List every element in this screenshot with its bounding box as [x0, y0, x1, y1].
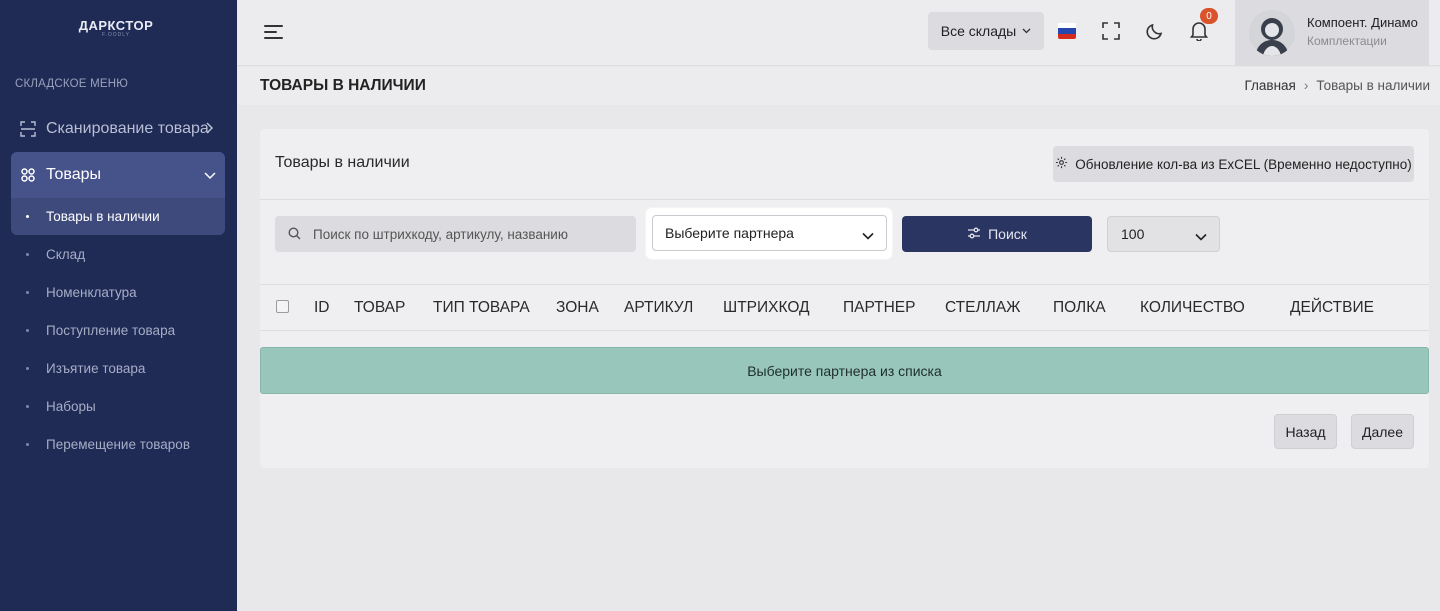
user-name: Компоент. Динамо	[1307, 15, 1418, 30]
sidebar-subitem-label: Склад	[46, 246, 86, 262]
chevron-down-icon	[862, 227, 874, 243]
menu-section-title: СКЛАДСКОЕ МЕНЮ	[15, 78, 129, 90]
column-header-shelf[interactable]: ПОЛКА	[1053, 299, 1106, 317]
bullet-icon	[26, 366, 29, 370]
avatar	[1249, 10, 1295, 56]
column-header-action[interactable]: ДЕЙСТВИЕ	[1290, 299, 1374, 317]
products-card: Товары в наличии Обновление кол-ва из Ex…	[260, 129, 1429, 468]
column-header-partner[interactable]: ПАРТНЕР	[843, 299, 915, 317]
sidebar-subitem-label: Товары в наличии	[46, 208, 160, 224]
select-partner-alert: Выберите партнера из списка	[260, 347, 1429, 394]
table-header: ID ТОВАР ТИП ТОВАРА ЗОНА АРТИКУЛ ШТРИХКО…	[260, 284, 1429, 330]
sliders-icon	[967, 226, 981, 242]
column-header-product[interactable]: ТОВАР	[354, 299, 405, 317]
breadcrumb-home[interactable]: Главная	[1244, 78, 1295, 93]
gear-icon	[1055, 156, 1068, 172]
search-button-label: Поиск	[988, 226, 1027, 242]
page-header: ТОВАРЫ В НАЛИЧИИ Главная › Товары в наличи…	[237, 67, 1440, 105]
prev-page-button[interactable]: Назад	[1274, 414, 1337, 449]
column-header-barcode[interactable]: ШТРИХКОД	[723, 299, 810, 317]
menu-toggle-icon[interactable]	[264, 24, 284, 40]
russia-flag-icon[interactable]	[1058, 23, 1076, 39]
partner-select-highlight: Выберите партнера	[646, 208, 892, 259]
topbar: Все склады 0 Компоент. Динамо Комплектац…	[237, 0, 1440, 66]
bullet-icon	[26, 442, 29, 446]
per-page-value: 100	[1121, 226, 1145, 242]
card-title: Товары в наличии	[275, 154, 410, 171]
logo[interactable]: ДАРКСТОР F.OODLY	[0, 18, 232, 38]
warehouse-select-value: Все склады	[940, 23, 1017, 39]
sidebar-subitem-transfer[interactable]: Перемещение товаров	[0, 429, 237, 459]
search-button[interactable]: Поиск	[902, 216, 1092, 252]
sidebar-subitem-warehouse[interactable]: Склад	[0, 239, 237, 269]
sidebar-subitem-in-stock[interactable]: Товары в наличии	[0, 201, 237, 231]
chevron-down-icon	[1195, 228, 1207, 244]
bullet-icon	[26, 290, 29, 294]
column-header-product-type[interactable]: ТИП ТОВАРА	[433, 299, 530, 317]
logo-text: ДАРКСТОР	[78, 18, 154, 33]
excel-update-label: Обновление кол-ва из ExCEL (Временно нед…	[1075, 156, 1412, 172]
sidebar-item-products[interactable]: Товары	[0, 156, 237, 194]
column-header-rack[interactable]: СТЕЛЛАЖ	[945, 299, 1020, 317]
sidebar-item-scan[interactable]: Сканирование товара	[0, 110, 237, 148]
sidebar-subitem-label: Номенклатура	[46, 284, 137, 300]
warehouse-select[interactable]: Все склады	[928, 12, 1044, 50]
per-page-select[interactable]: 100	[1107, 216, 1220, 252]
sidebar-subitem-label: Перемещение товаров	[46, 436, 190, 452]
breadcrumb-current: Товары в наличии	[1316, 78, 1430, 93]
column-header-id[interactable]: ID	[314, 299, 330, 317]
divider	[260, 330, 1429, 331]
column-header-article[interactable]: АРТИКУЛ	[624, 299, 693, 317]
search-input[interactable]	[313, 216, 628, 252]
user-menu[interactable]: Компоент. Динамо Комплектации	[1235, 0, 1429, 66]
user-role: Комплектации	[1307, 34, 1387, 48]
chevron-right-icon	[204, 121, 214, 137]
breadcrumb: Главная › Товары в наличии	[1244, 78, 1430, 93]
page-title: ТОВАРЫ В НАЛИЧИИ	[260, 77, 426, 94]
column-header-zone[interactable]: ЗОНА	[556, 299, 599, 317]
logo-subtext: F.OODLY	[101, 32, 131, 38]
chevron-down-icon	[204, 167, 216, 183]
next-page-button[interactable]: Далее	[1351, 414, 1414, 449]
sidebar-subitem-receiving[interactable]: Поступление товара	[0, 315, 237, 345]
divider	[260, 199, 1429, 200]
excel-update-button[interactable]: Обновление кол-ва из ExCEL (Временно нед…	[1053, 146, 1414, 182]
sidebar-subitem-label: Наборы	[46, 398, 96, 414]
sidebar: ДАРКСТОР F.OODLY СКЛАДСКОЕ МЕНЮ Сканиров…	[0, 0, 237, 611]
moon-icon[interactable]	[1144, 20, 1166, 42]
fullscreen-icon[interactable]	[1100, 20, 1122, 42]
scan-icon	[20, 121, 36, 137]
chevron-down-icon	[1022, 26, 1031, 37]
bullet-icon	[26, 252, 29, 256]
sidebar-subitem-nomenclature[interactable]: Номенклатура	[0, 277, 237, 307]
search-icon	[288, 227, 301, 245]
search-field	[275, 216, 636, 252]
partner-select[interactable]: Выберите партнера	[652, 215, 887, 251]
sidebar-subitem-label: Поступление товара	[46, 322, 176, 338]
column-header-quantity[interactable]: КОЛИЧЕСТВО	[1140, 299, 1245, 317]
bullet-icon	[26, 328, 29, 332]
sidebar-item-label: Сканирование товара	[46, 120, 209, 137]
breadcrumb-separator-icon: ›	[1303, 78, 1309, 93]
sidebar-subitem-label: Изъятие товара	[46, 360, 146, 376]
bullet-icon	[26, 214, 29, 218]
notification-badge: 0	[1200, 8, 1218, 24]
sidebar-subitem-kits[interactable]: Наборы	[0, 391, 237, 421]
sidebar-item-label: Товары	[46, 166, 102, 183]
bullet-icon	[26, 404, 29, 408]
select-all-checkbox[interactable]	[276, 300, 289, 313]
sidebar-subitem-withdrawal[interactable]: Изъятие товара	[0, 353, 237, 383]
partner-select-value: Выберите партнера	[665, 225, 794, 241]
grid-icon	[20, 167, 36, 183]
